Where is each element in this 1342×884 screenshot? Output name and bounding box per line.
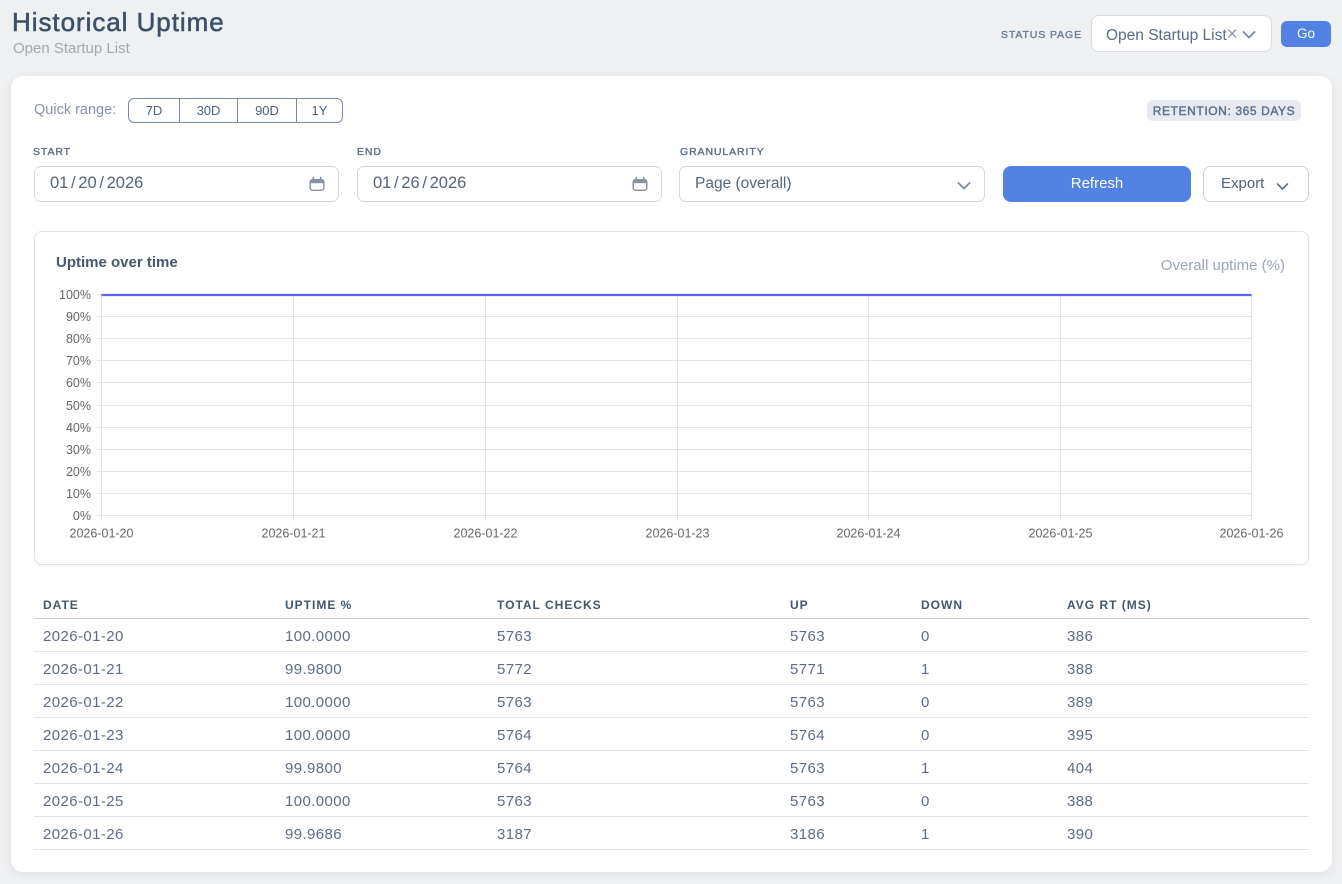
svg-text:0%: 0% bbox=[73, 509, 91, 523]
svg-text:2026-01-26: 2026-01-26 bbox=[1220, 527, 1284, 541]
svg-text:40%: 40% bbox=[66, 421, 91, 435]
svg-text:10%: 10% bbox=[66, 487, 91, 501]
svg-text:2026-01-23: 2026-01-23 bbox=[646, 527, 710, 541]
svg-text:90%: 90% bbox=[66, 310, 91, 324]
svg-text:2026-01-24: 2026-01-24 bbox=[837, 527, 901, 541]
svg-text:100%: 100% bbox=[59, 288, 91, 302]
svg-text:2026-01-20: 2026-01-20 bbox=[70, 527, 134, 541]
svg-text:50%: 50% bbox=[66, 399, 91, 413]
svg-text:70%: 70% bbox=[66, 354, 91, 368]
svg-text:60%: 60% bbox=[66, 376, 91, 390]
svg-text:2026-01-25: 2026-01-25 bbox=[1029, 527, 1093, 541]
svg-text:2026-01-21: 2026-01-21 bbox=[262, 527, 326, 541]
svg-text:80%: 80% bbox=[66, 332, 91, 346]
svg-text:20%: 20% bbox=[66, 465, 91, 479]
svg-text:30%: 30% bbox=[66, 443, 91, 457]
svg-text:2026-01-22: 2026-01-22 bbox=[454, 527, 518, 541]
